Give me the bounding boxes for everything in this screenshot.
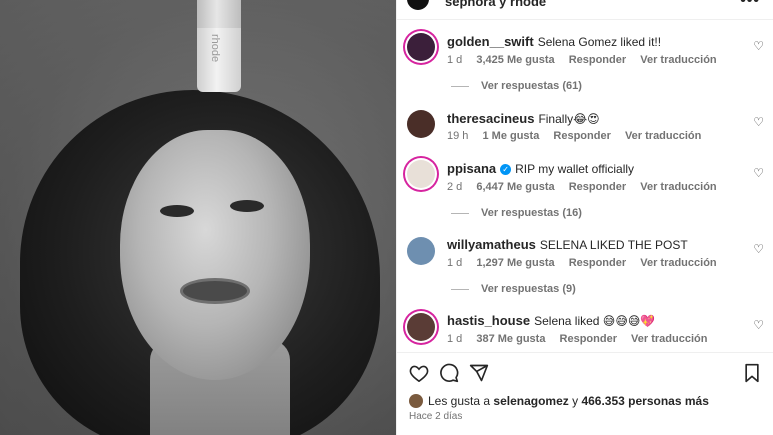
comment-username[interactable]: willyamatheus <box>447 237 536 252</box>
comment-avatar[interactable] <box>407 313 435 341</box>
likes-summary: Les gusta a selenagomez y 466.353 person… <box>409 394 709 408</box>
comment-meta: 1 d 1,297 Me gusta Responder Ver traducc… <box>447 257 728 269</box>
more-options-icon[interactable]: ••• <box>740 0 760 10</box>
view-replies-button[interactable]: Ver respuestas (61) <box>451 80 582 92</box>
comment-username[interactable]: ppisana <box>447 161 496 176</box>
comment-avatar[interactable] <box>407 237 435 265</box>
liker-avatar[interactable] <box>409 394 423 408</box>
comment-username[interactable]: hastis_house <box>447 313 530 328</box>
bottle-brand-label: rhode <box>209 34 221 63</box>
replies-label: Ver respuestas (61) <box>481 80 582 92</box>
reply-button[interactable]: Responder <box>569 257 626 269</box>
product-bottle: rhode <box>197 0 241 92</box>
comment-like-icon[interactable]: ♡ <box>753 115 764 129</box>
photo-eye-right <box>230 200 264 212</box>
comment-line: hastis_house Selena liked 😅😅😅💖 <box>447 313 655 328</box>
comment-text: Selena Gomez liked it!! <box>537 35 662 49</box>
comment-line: golden__swift Selena Gomez liked it!! <box>447 34 661 49</box>
comment-time: 1 d <box>447 54 463 66</box>
comment-line: theresacineus Finally😂😍 <box>447 111 600 126</box>
actions-divider <box>397 352 773 353</box>
post-image: rhode <box>0 0 396 435</box>
comment-meta: 1 d 3,425 Me gusta Responder Ver traducc… <box>447 54 728 66</box>
heart-icon[interactable] <box>408 362 430 384</box>
comments-panel: sephora y rhode ••• golden__swift Selena … <box>396 0 773 435</box>
likes-connector: y <box>572 394 579 408</box>
comment-username[interactable]: golden__swift <box>447 34 534 49</box>
reply-button[interactable]: Responder <box>569 54 626 66</box>
comment-likes[interactable]: 1 Me gusta <box>482 130 539 142</box>
comment-meta: 1 d 387 Me gusta Responder Ver traducció… <box>447 333 718 345</box>
comment-meta: 19 h 1 Me gusta Responder Ver traducción <box>447 130 712 142</box>
comment-likes[interactable]: 3,425 Me gusta <box>476 54 554 66</box>
comment-time: 2 d <box>447 181 463 193</box>
comment-time: 19 h <box>447 130 469 142</box>
comment-icon[interactable] <box>438 362 460 384</box>
translate-button[interactable]: Ver traducción <box>631 333 707 345</box>
bottle-cap <box>197 0 241 28</box>
comment-text: SELENA LIKED THE POST <box>539 238 688 252</box>
comment-time: 1 d <box>447 333 463 345</box>
replies-divider <box>451 85 469 87</box>
reply-button[interactable]: Responder <box>560 333 617 345</box>
replies-label: Ver respuestas (9) <box>481 283 576 295</box>
comment-text: RIP my wallet officially <box>515 162 635 176</box>
translate-button[interactable]: Ver traducción <box>640 181 716 193</box>
reply-button[interactable]: Responder <box>553 130 610 142</box>
comment-text: Selena liked 😅😅😅💖 <box>534 314 656 328</box>
likes-count[interactable]: 466.353 personas más <box>581 394 708 408</box>
comment-line: willyamatheus SELENA LIKED THE POST <box>447 237 688 252</box>
send-icon[interactable] <box>468 362 490 384</box>
likes-prefix: Les gusta a <box>428 394 491 408</box>
comment-line: ppisana ✓ RIP my wallet officially <box>447 161 634 176</box>
comment-meta: 2 d 6,447 Me gusta Responder Ver traducc… <box>447 181 728 193</box>
comment-like-icon[interactable]: ♡ <box>753 242 764 256</box>
comment-avatar[interactable] <box>407 160 435 188</box>
liker-username[interactable]: selenagomez <box>493 394 568 408</box>
replies-divider <box>451 288 469 290</box>
replies-divider <box>451 212 469 214</box>
translate-button[interactable]: Ver traducción <box>640 54 716 66</box>
reply-button[interactable]: Responder <box>569 181 626 193</box>
comment-like-icon[interactable]: ♡ <box>753 39 764 53</box>
comment-likes[interactable]: 387 Me gusta <box>476 333 545 345</box>
photo-eye-left <box>160 205 194 217</box>
comment-time: 1 d <box>447 257 463 269</box>
photo-face <box>120 130 310 380</box>
replies-label: Ver respuestas (16) <box>481 207 582 219</box>
comment-likes[interactable]: 6,447 Me gusta <box>476 181 554 193</box>
comment-like-icon[interactable]: ♡ <box>753 166 764 180</box>
bookmark-icon[interactable] <box>741 362 763 384</box>
comment-avatar[interactable] <box>407 110 435 138</box>
post-header: sephora y rhode ••• <box>397 0 773 20</box>
comment-username[interactable]: theresacineus <box>447 111 534 126</box>
translate-button[interactable]: Ver traducción <box>640 257 716 269</box>
view-replies-button[interactable]: Ver respuestas (16) <box>451 207 582 219</box>
post-time: Hace 2 días <box>409 411 463 422</box>
comment-likes[interactable]: 1,297 Me gusta <box>476 257 554 269</box>
verified-badge-icon: ✓ <box>500 164 512 175</box>
author-avatar[interactable] <box>407 0 429 10</box>
comment-text: Finally😂😍 <box>538 112 600 126</box>
photo-mouth <box>180 278 250 304</box>
comment-like-icon[interactable]: ♡ <box>753 318 764 332</box>
comment-avatar[interactable] <box>407 33 435 61</box>
translate-button[interactable]: Ver traducción <box>625 130 701 142</box>
view-replies-button[interactable]: Ver respuestas (9) <box>451 283 576 295</box>
post-author-title[interactable]: sephora y rhode <box>445 0 546 9</box>
